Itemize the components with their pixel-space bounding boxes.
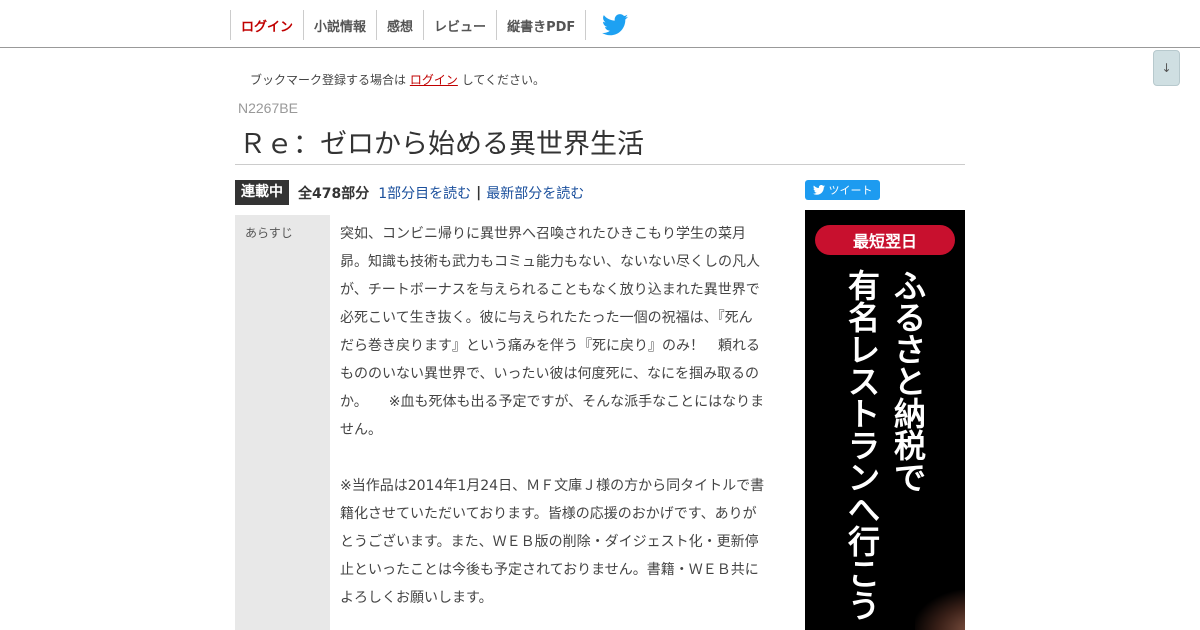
bookmark-notice-prefix: ブックマーク登録する場合は bbox=[250, 73, 407, 87]
ad-headline-right: ふるさと納税で bbox=[893, 267, 926, 497]
twitter-link[interactable] bbox=[586, 10, 629, 40]
bookmark-notice: ブックマーク登録する場合は ログイン してください。 bbox=[250, 71, 545, 88]
twitter-bird-icon bbox=[602, 14, 629, 36]
novel-title: Ｒｅ：ゼロから始める異世界生活 bbox=[239, 129, 644, 160]
top-navigation-bar: ログイン 小説情報 感想 レビュー 縦書きPDF bbox=[0, 0, 1200, 48]
ad-badge: 最短翌日 bbox=[815, 225, 955, 255]
novel-ncode: N2267BE bbox=[238, 100, 298, 116]
bookmark-notice-suffix: してください。 bbox=[461, 73, 545, 87]
nav-item-vertical-pdf[interactable]: 縦書きPDF bbox=[496, 10, 587, 40]
tweet-label: ツイート bbox=[828, 184, 873, 197]
read-first-episode-link[interactable]: 1部分目を読む bbox=[378, 183, 471, 203]
tweet-button[interactable]: ツイート bbox=[805, 180, 880, 200]
novel-status-row: 連載中 全478部分 1部分目を読む | 最新部分を読む bbox=[235, 180, 584, 205]
ad-banner[interactable]: 最短翌日 ふるさと納税で 有名レストランへ行こう bbox=[805, 210, 965, 630]
episode-count: 全478部分 bbox=[298, 185, 370, 202]
ad-headline-left: 有名レストランへ行こう bbox=[847, 267, 880, 625]
serial-status-badge: 連載中 bbox=[235, 180, 289, 205]
nav-item-novel-info[interactable]: 小説情報 bbox=[303, 10, 376, 40]
ad-food-image bbox=[915, 590, 965, 630]
title-divider bbox=[235, 164, 965, 165]
synopsis-paragraph: ※当作品は2014年1月24日、ＭＦ文庫Ｊ様の方から同タイトルで書籍化させていた… bbox=[340, 478, 765, 606]
nav-item-login[interactable]: ログイン bbox=[230, 10, 303, 40]
twitter-bird-icon bbox=[812, 185, 825, 195]
nav-item-impressions[interactable]: 感想 bbox=[376, 10, 423, 40]
synopsis-text: 突如、コンビニ帰りに異世界へ召喚されたひきこもり学生の菜月昴。知識も技術も武力も… bbox=[340, 220, 765, 612]
synopsis-label-column: あらすじ bbox=[235, 215, 330, 630]
read-latest-episode-link[interactable]: 最新部分を読む bbox=[486, 183, 584, 203]
nav-item-review[interactable]: レビュー bbox=[423, 10, 496, 40]
nav-menu: ログイン 小説情報 感想 レビュー 縦書きPDF bbox=[230, 10, 629, 40]
bookmark-login-link[interactable]: ログイン bbox=[410, 73, 458, 87]
scroll-down-button[interactable]: ↓ bbox=[1153, 50, 1180, 86]
link-separator: | bbox=[476, 184, 482, 201]
synopsis-paragraph: 突如、コンビニ帰りに異世界へ召喚されたひきこもり学生の菜月昴。知識も技術も武力も… bbox=[340, 226, 765, 438]
synopsis-label: あらすじ bbox=[245, 226, 293, 240]
